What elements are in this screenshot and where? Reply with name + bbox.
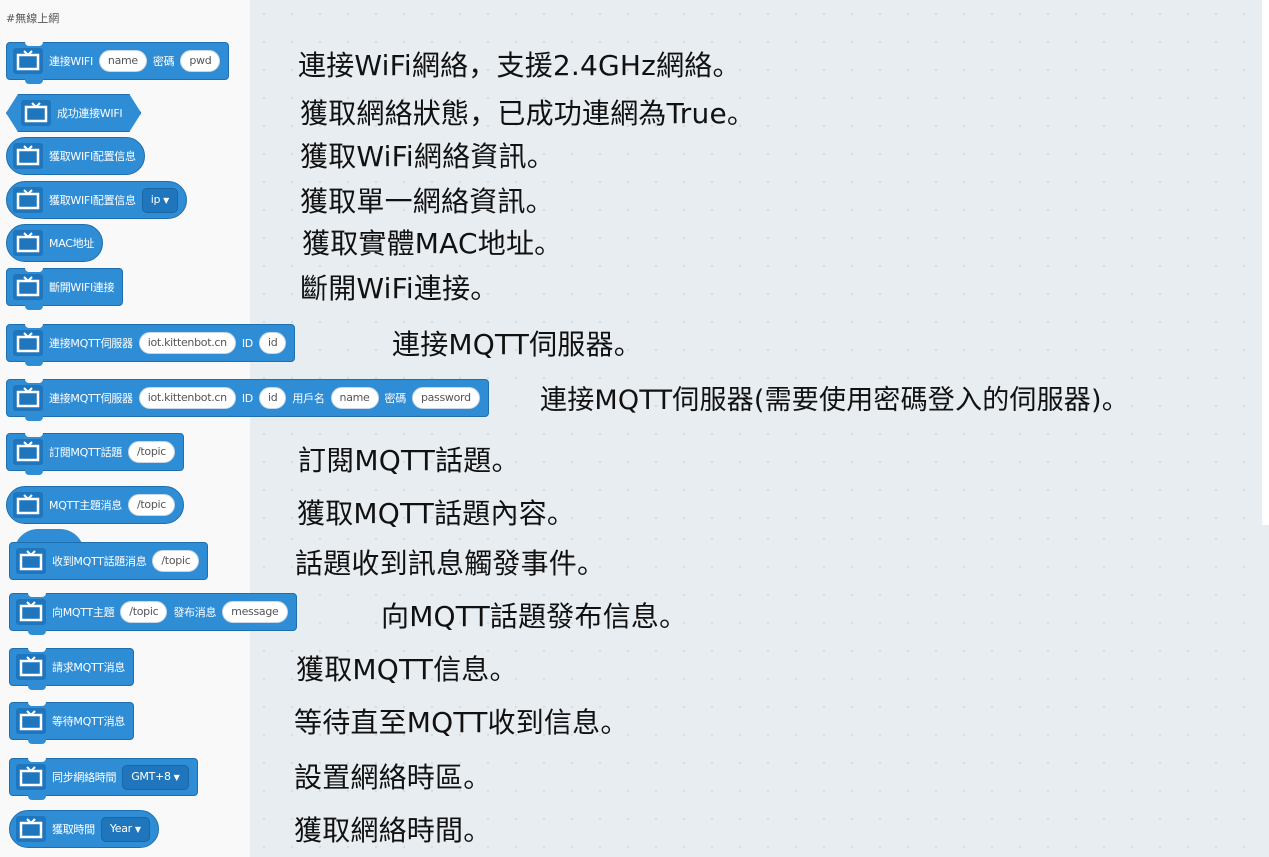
mqtt-host-input[interactable]: iot.kittenbot.cn (138, 387, 236, 409)
block-publish-mqtt[interactable]: 向MQTT主題 /topic 發布消息 message (9, 593, 297, 635)
ssid-input[interactable]: name (98, 50, 147, 72)
block-mac-address[interactable]: MAC地址 (6, 224, 104, 262)
block-label: 獲取WIFI配置信息 (49, 194, 136, 207)
block-label: 斷開WIFI連接 (49, 281, 115, 294)
block-connect-mqtt[interactable]: 連接MQTT伺服器 iot.kittenbot.cn ID id (6, 324, 296, 366)
description-on-message: 話題收到訊息觸發事件。 (295, 547, 606, 580)
block-label: 收到MQTT話題消息 (52, 555, 147, 568)
tv-icon (13, 48, 43, 74)
tv-icon (13, 143, 43, 169)
block-connect-wifi[interactable]: 連接WIFI name 密碼 pwd (6, 42, 230, 84)
description-wifi-info: 獲取WiFi網絡資訊。 (300, 140, 555, 173)
caret-down-icon: ▼ (134, 824, 141, 834)
description-wifi-status: 獲取網絡狀態，已成功連網為True。 (300, 97, 756, 130)
description-connect-mqtt-auth: 連接MQTT伺服器(需要使用密碼登入的伺服器)。 (540, 385, 1129, 416)
caret-down-icon: ▼ (163, 195, 170, 205)
dropdown-value: ip (150, 192, 161, 206)
block-wifi-connected[interactable]: 成功連接WIFI (6, 94, 141, 132)
block-label: 連接MQTT伺服器 (49, 392, 133, 405)
block-label: 密碼 (384, 392, 407, 405)
block-label: 成功連接WIFI (57, 107, 123, 120)
time-unit-dropdown[interactable]: Year ▼ (100, 816, 150, 842)
tv-icon (13, 230, 43, 256)
tv-icon (13, 492, 43, 518)
timezone-dropdown[interactable]: GMT+8 ▼ (122, 764, 189, 790)
block-label: 密碼 (152, 55, 175, 68)
tv-icon (16, 816, 46, 842)
caret-down-icon: ▼ (173, 772, 180, 782)
block-sync-network-time[interactable]: 同步網絡時間 GMT+8 ▼ (9, 758, 198, 800)
description-get-time: 獲取網絡時間。 (294, 814, 492, 847)
block-get-time[interactable]: 獲取時間 Year ▼ (9, 810, 159, 848)
tv-icon (13, 330, 43, 356)
category-label: #無線上網 (6, 12, 60, 25)
tv-icon (13, 274, 43, 300)
description-disconnect: 斷開WiFi連接。 (300, 272, 499, 305)
mqtt-host-input[interactable]: iot.kittenbot.cn (138, 332, 236, 354)
block-disconnect-wifi[interactable]: 斷開WIFI連接 (6, 268, 124, 310)
description-wait: 等待直至MQTT收到信息。 (294, 706, 629, 739)
tv-icon (16, 764, 46, 790)
block-label: 同步網絡時間 (52, 771, 117, 784)
topic-input[interactable]: /topic (120, 601, 168, 623)
tv-icon (16, 654, 46, 680)
block-label: 訂閱MQTT話題 (49, 446, 122, 459)
description-single-info: 獲取單一網絡資訊。 (300, 185, 554, 218)
description-timezone: 設置網絡時區。 (294, 761, 492, 794)
tv-icon (16, 708, 46, 734)
block-get-wifi-config[interactable]: 獲取WIFI配置信息 (6, 137, 145, 175)
description-request: 獲取MQTT信息。 (296, 653, 518, 686)
block-label: ID (241, 391, 253, 405)
block-label: 發布消息 (173, 606, 217, 619)
tv-icon (13, 385, 43, 411)
description-connect-wifi: 連接WiFi網絡，支援2.4GHz網絡。 (298, 49, 741, 82)
tv-icon (16, 548, 46, 574)
block-request-mqtt-message[interactable]: 請求MQTT消息 (9, 648, 134, 690)
block-label: 連接WIFI (49, 55, 93, 68)
tv-icon (16, 599, 46, 625)
description-topic-content: 獲取MQTT話題內容。 (297, 497, 576, 530)
block-subscribe-mqtt-topic[interactable]: 訂閱MQTT話題 /topic (6, 433, 185, 475)
dropdown-value: Year (109, 821, 132, 835)
block-label: 請求MQTT消息 (52, 661, 125, 674)
topic-input[interactable]: /topic (128, 494, 176, 516)
mqtt-id-input[interactable]: id (258, 387, 287, 409)
description-connect-mqtt: 連接MQTT伺服器。 (392, 328, 642, 361)
block-label: ID (241, 336, 253, 350)
block-label: MAC地址 (49, 237, 95, 250)
topic-input[interactable]: /topic (152, 550, 200, 572)
mqtt-password-input[interactable]: password (411, 387, 480, 409)
description-mac: 獲取實體MAC地址。 (302, 227, 563, 260)
block-label: 向MQTT主題 (52, 606, 115, 619)
dropdown-value: GMT+8 (131, 769, 171, 783)
block-label: MQTT主題消息 (49, 499, 122, 512)
tv-icon (21, 100, 51, 126)
tv-icon (13, 187, 43, 213)
description-subscribe: 訂閱MQTT話題。 (298, 444, 520, 477)
block-label: 獲取WIFI配置信息 (49, 150, 136, 163)
config-item-dropdown[interactable]: ip ▼ (141, 187, 179, 213)
block-mqtt-topic-message[interactable]: MQTT主題消息 /topic (6, 486, 185, 524)
block-label: 用戶名 (292, 392, 325, 405)
tv-icon (13, 439, 43, 465)
block-get-wifi-config-item[interactable]: 獲取WIFI配置信息 ip ▼ (6, 181, 188, 219)
block-label: 連接MQTT伺服器 (49, 337, 133, 350)
block-connect-mqtt-auth[interactable]: 連接MQTT伺服器 iot.kittenbot.cn ID id 用戶名 nam… (6, 379, 489, 421)
description-publish: 向MQTT話題發布信息。 (381, 600, 688, 633)
block-label: 等待MQTT消息 (52, 715, 125, 728)
block-wait-mqtt-message[interactable]: 等待MQTT消息 (9, 702, 134, 744)
block-on-mqtt-topic-message[interactable]: 收到MQTT話題消息 /topic (9, 542, 209, 580)
mqtt-username-input[interactable]: name (330, 387, 379, 409)
topic-input[interactable]: /topic (128, 441, 176, 463)
block-label: 獲取時間 (52, 823, 95, 836)
password-input[interactable]: pwd (180, 50, 221, 72)
mqtt-id-input[interactable]: id (258, 332, 287, 354)
message-input[interactable]: message (222, 601, 288, 623)
